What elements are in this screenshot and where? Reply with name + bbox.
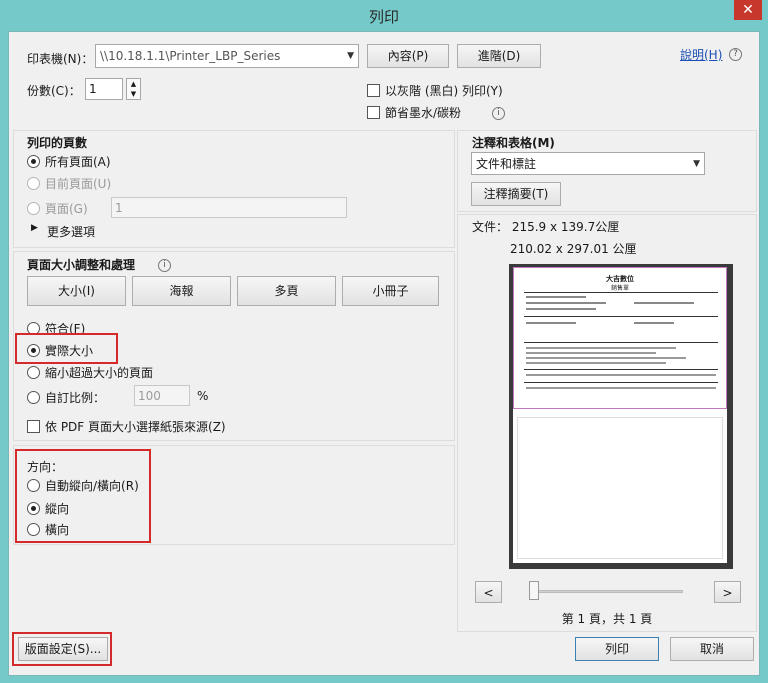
printer-value: \\10.18.1.1\Printer_LBP_Series bbox=[100, 49, 281, 63]
all-pages-radio[interactable]: 所有頁面(A) bbox=[27, 153, 111, 170]
shrink-label: 縮小超過大小的頁面 bbox=[45, 366, 154, 380]
save-ink-info-icon[interactable]: i bbox=[492, 104, 505, 120]
window-title: 列印 bbox=[368, 8, 399, 26]
doc-text-line bbox=[526, 374, 716, 376]
current-page-label: 目前頁面(U) bbox=[45, 177, 112, 191]
printer-select[interactable]: \\10.18.1.1\Printer_LBP_Series ▼ bbox=[95, 44, 359, 68]
comments-title: 注釋和表格(M) bbox=[472, 136, 555, 150]
tab-poster[interactable]: 海報 bbox=[132, 276, 231, 306]
doc-subtitle: 銷售單 bbox=[610, 285, 629, 292]
portrait-label: 縱向 bbox=[45, 502, 70, 516]
page-range-radio[interactable]: 頁面(G) bbox=[27, 200, 88, 217]
doc-rule bbox=[524, 316, 718, 317]
grayscale-checkbox[interactable]: 以灰階 (黑白) 列印(Y) bbox=[367, 82, 503, 99]
preview-paper: 大吉數位 銷售單 bbox=[513, 267, 727, 563]
tab-booklet[interactable]: 小冊子 bbox=[342, 276, 439, 306]
landscape-label: 橫向 bbox=[45, 523, 70, 537]
copies-input[interactable]: 1 bbox=[85, 78, 123, 100]
custom-scale-input[interactable]: 100 bbox=[134, 385, 190, 406]
all-pages-label: 所有頁面(A) bbox=[45, 155, 111, 169]
auto-orientation-label: 自動縱向/橫向(R) bbox=[45, 479, 139, 493]
sizing-info-icon[interactable]: i bbox=[158, 256, 171, 272]
pages-section-title: 列印的頁數 bbox=[27, 136, 88, 150]
chevron-down-icon: ▼ bbox=[693, 159, 700, 169]
prev-page-button[interactable]: < bbox=[475, 581, 502, 603]
page-range-input[interactable]: 1 bbox=[111, 197, 347, 218]
printer-label: 印表機(N)： bbox=[27, 52, 94, 66]
doc-text-line bbox=[634, 322, 674, 324]
current-page-radio[interactable]: 目前頁面(U) bbox=[27, 175, 111, 192]
title-bar: 列印 ✕ bbox=[0, 0, 768, 31]
save-ink-label: 節省墨水/碳粉 bbox=[385, 106, 462, 120]
auto-orientation-radio[interactable]: 自動縱向/橫向(R) bbox=[27, 477, 139, 494]
copies-label: 份數(C)： bbox=[27, 84, 81, 98]
custom-scale-label: 自訂比例： bbox=[45, 391, 106, 405]
highlight-actual-size bbox=[15, 333, 118, 364]
pdf-source-checkbox[interactable]: 依 PDF 頁面大小選擇紙張來源(Z) bbox=[27, 418, 226, 435]
percent-label: % bbox=[197, 389, 209, 403]
help-icon[interactable]: ? bbox=[729, 45, 742, 61]
tab-size[interactable]: 大小(I) bbox=[27, 276, 126, 306]
portrait-radio[interactable]: 縱向 bbox=[27, 500, 69, 517]
doc-text-line bbox=[526, 322, 576, 324]
landscape-radio[interactable]: 橫向 bbox=[27, 521, 69, 538]
more-options[interactable]: 更多選項 bbox=[47, 223, 95, 240]
comment-summary-button[interactable]: 注釋摘要(T) bbox=[471, 182, 561, 206]
printed-area: 大吉數位 銷售單 bbox=[513, 267, 727, 409]
print-dialog: 印表機(N)： \\10.18.1.1\Printer_LBP_Series ▼… bbox=[8, 31, 760, 676]
properties-button[interactable]: 內容(P) bbox=[367, 44, 449, 68]
expand-triangle-icon[interactable]: ▶ bbox=[31, 223, 38, 233]
page-range-label: 頁面(G) bbox=[45, 202, 88, 216]
sizing-section-title: 頁面大小調整和處理 bbox=[27, 258, 136, 272]
grayscale-label: 以灰階 (黑白) 列印(Y) bbox=[385, 84, 503, 98]
paper-size: 210.02 x 297.01 公厘 bbox=[510, 242, 637, 256]
doc-text-line bbox=[526, 296, 586, 298]
help-link[interactable]: 說明(H) bbox=[680, 46, 722, 63]
save-ink-checkbox[interactable]: 節省墨水/碳粉 bbox=[367, 104, 461, 121]
doc-text-line bbox=[526, 362, 666, 364]
copies-stepper[interactable]: ▲ ▼ bbox=[126, 78, 141, 100]
advanced-button[interactable]: 進階(D) bbox=[457, 44, 541, 68]
shrink-radio[interactable]: 縮小超過大小的頁面 bbox=[27, 364, 153, 381]
pdf-source-label: 依 PDF 頁面大小選擇紙張來源(Z) bbox=[45, 420, 226, 434]
next-page-button[interactable]: > bbox=[714, 581, 741, 603]
comments-select[interactable]: 文件和標註 ▼ bbox=[471, 152, 705, 175]
comments-value: 文件和標註 bbox=[476, 157, 537, 171]
page-info: 第 1 頁，共 1 頁 bbox=[561, 612, 653, 626]
page-slider-thumb[interactable] bbox=[529, 581, 539, 600]
doc-rule bbox=[524, 382, 718, 383]
page-margin bbox=[517, 417, 723, 559]
cancel-button[interactable]: 取消 bbox=[670, 637, 754, 661]
orientation-title: 方向： bbox=[27, 460, 64, 474]
doc-rule bbox=[524, 342, 718, 343]
print-preview: 大吉數位 銷售單 bbox=[509, 264, 733, 569]
print-button[interactable]: 列印 bbox=[575, 637, 659, 661]
doc-rule bbox=[524, 369, 718, 370]
doc-text-line bbox=[526, 352, 656, 354]
page-slider-track[interactable] bbox=[531, 590, 683, 593]
tab-multiple[interactable]: 多頁 bbox=[237, 276, 336, 306]
doc-text-line bbox=[526, 347, 676, 349]
custom-scale-radio[interactable]: 自訂比例： bbox=[27, 389, 105, 406]
doc-text-line bbox=[526, 302, 606, 304]
chevron-down-icon: ▼ bbox=[347, 51, 354, 61]
doc-rule bbox=[524, 292, 718, 293]
doc-text-line bbox=[526, 357, 686, 359]
highlight-page-setup bbox=[12, 632, 112, 666]
close-button[interactable]: ✕ bbox=[734, 0, 762, 20]
doc-text-line bbox=[526, 308, 596, 310]
doc-text-line bbox=[526, 387, 716, 389]
document-size: 文件： 215.9 x 139.7公厘 bbox=[472, 220, 620, 234]
doc-text-line bbox=[634, 302, 694, 304]
